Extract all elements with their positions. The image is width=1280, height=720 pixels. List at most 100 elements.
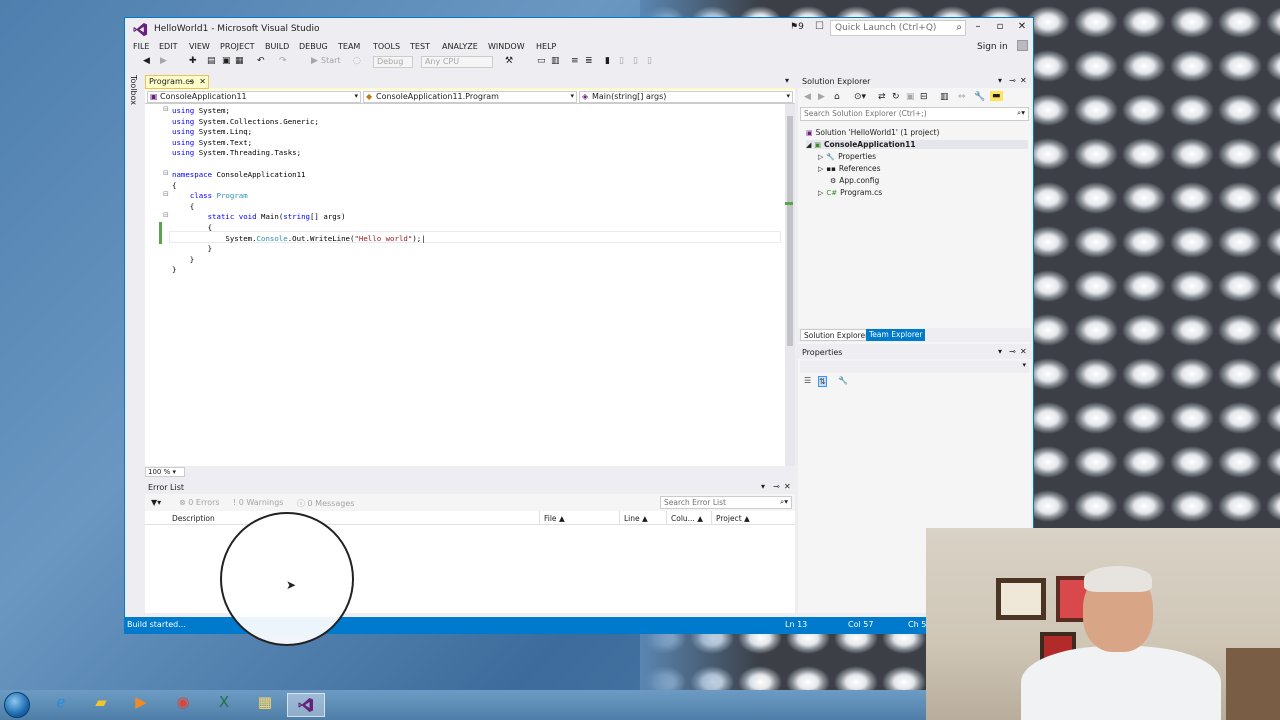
menu-window[interactable]: WINDOW — [488, 42, 525, 51]
fold-toggle-icon[interactable]: ⊟ — [163, 105, 169, 113]
show-all-icon[interactable]: ▣ — [906, 92, 915, 102]
configuration-dropdown[interactable]: Debug — [373, 56, 413, 68]
comment-icon[interactable]: ≡ — [571, 56, 579, 66]
sync-icon[interactable]: ⇄ — [878, 92, 886, 102]
collapse-icon[interactable]: ⊟ — [920, 92, 928, 102]
feedback-icon[interactable]: ☐ — [815, 21, 824, 32]
pin-icon[interactable]: ⊸ — [187, 77, 194, 86]
properties-icon[interactable]: ▥ — [940, 92, 949, 102]
alphabetical-icon[interactable]: ⇅ — [818, 376, 827, 387]
member-dropdown[interactable]: ◈ Main(string[] args) ▾ — [579, 91, 793, 103]
minimize-button[interactable]: – — [969, 21, 987, 32]
home-icon[interactable]: ⌂ — [834, 92, 840, 102]
error-list-search-input[interactable]: Search Error List ⌕▾ — [660, 496, 792, 509]
excel-icon[interactable]: X — [205, 693, 243, 717]
categorized-icon[interactable]: ☰ — [804, 376, 811, 385]
clear-bookmarks-icon[interactable]: ▯ — [647, 56, 652, 66]
pin-icon[interactable]: ⊸ — [1009, 76, 1016, 85]
tree-item-app-config[interactable]: ⚙ App.config — [830, 176, 879, 185]
menu-view[interactable]: VIEW — [189, 42, 210, 51]
maximize-button[interactable]: ▫ — [991, 21, 1009, 32]
tree-item-properties[interactable]: ▷ 🔧 Properties — [818, 152, 876, 161]
collapse-arrow-icon[interactable]: ◢ — [806, 141, 811, 149]
tab-solution-explorer[interactable]: Solution Explorer — [800, 329, 873, 341]
open-folder-icon[interactable]: ▤ — [207, 56, 216, 66]
column-project[interactable]: Project ▲ — [716, 514, 750, 523]
menu-project[interactable]: PROJECT — [220, 42, 255, 51]
expand-arrow-icon[interactable]: ▷ — [818, 165, 823, 173]
toolbox-tab[interactable]: Toolbox — [129, 75, 138, 105]
menu-test[interactable]: TEST — [410, 42, 430, 51]
pending-changes-icon[interactable]: ⊙▾ — [854, 92, 866, 102]
menu-analyze[interactable]: ANALYZE — [442, 42, 478, 51]
start-label[interactable]: Start — [321, 56, 341, 65]
tab-team-explorer[interactable]: Team Explorer — [866, 329, 926, 341]
tab-program-cs[interactable]: Program.cs ⊸ ✕ — [145, 75, 209, 89]
expand-arrow-icon[interactable]: ▷ — [818, 189, 823, 197]
forward-icon[interactable]: ▶ — [160, 56, 167, 66]
pin-icon[interactable]: ⊸ — [773, 482, 780, 491]
menu-team[interactable]: TEAM — [338, 42, 360, 51]
apps-grid-icon[interactable]: ▦ — [246, 693, 284, 717]
visual-studio-icon[interactable] — [287, 693, 325, 717]
close-button[interactable]: ✕ — [1013, 21, 1031, 32]
user-account-icon[interactable] — [1017, 40, 1028, 51]
project-dropdown[interactable]: ▣ ConsoleApplication11 ▾ — [147, 91, 361, 103]
quick-launch-input[interactable]: Quick Launch (Ctrl+Q) ⌕ — [830, 20, 966, 36]
fold-toggle-icon[interactable]: ⊟ — [163, 211, 169, 219]
properties-object-dropdown[interactable]: ▾ — [800, 361, 1029, 373]
column-line[interactable]: Line ▲ — [624, 514, 648, 523]
tree-item-program-cs[interactable]: ▷ C# Program.cs — [818, 188, 882, 197]
code-text-area[interactable]: ⊟ ⊟ ⊟ ⊟ using System; using System.Colle… — [145, 104, 785, 466]
solution-explorer-search-input[interactable]: Search Solution Explorer (Ctrl+;) ⌕▾ — [800, 107, 1029, 121]
column-column[interactable]: Colu... ▲ — [671, 514, 703, 523]
file-explorer-icon[interactable]: ▰ — [82, 693, 120, 717]
refresh-icon[interactable]: ↻ — [892, 92, 900, 102]
forward-icon[interactable]: ▶ — [818, 92, 825, 102]
pin-icon[interactable]: ⊸ — [1009, 347, 1016, 356]
property-pages-icon[interactable]: 🔧 — [838, 376, 848, 385]
menu-tools[interactable]: TOOLS — [373, 42, 400, 51]
bookmark-icon[interactable]: ▮ — [605, 56, 610, 66]
column-file[interactable]: File ▲ — [544, 514, 565, 523]
sign-in-link[interactable]: Sign in — [977, 42, 1008, 52]
next-bookmark-icon[interactable]: ▯ — [633, 56, 638, 66]
menu-file[interactable]: FILE — [133, 42, 149, 51]
editor-vertical-scrollbar[interactable] — [785, 104, 795, 466]
errors-filter-button[interactable]: ⊗ 0 Errors — [179, 498, 220, 507]
notifications-flag-icon[interactable]: ⚑9 — [790, 22, 804, 32]
scrollbar-thumb[interactable] — [787, 116, 793, 346]
chrome-icon[interactable]: ◉ — [164, 693, 202, 717]
find-icon[interactable]: ⚒ — [505, 56, 513, 66]
properties-toolbar-icon[interactable]: ▥ — [551, 56, 560, 66]
zoom-dropdown[interactable]: 100 % ▾ — [145, 467, 185, 477]
menu-edit[interactable]: EDIT — [159, 42, 177, 51]
tree-item-project[interactable]: ◢ ▣ ConsoleApplication11 — [806, 140, 1028, 149]
column-description[interactable]: Description — [172, 514, 215, 523]
redo-icon[interactable]: ↷ — [279, 56, 287, 66]
undo-icon[interactable]: ↶ — [257, 56, 265, 66]
new-project-icon[interactable]: ✚ — [189, 56, 197, 66]
attach-icon[interactable]: ◌ — [353, 56, 361, 66]
filter-icon[interactable]: ▼▾ — [151, 498, 161, 507]
close-icon[interactable]: ✕ — [1020, 76, 1027, 85]
expand-arrow-icon[interactable]: ▷ — [818, 153, 823, 161]
fold-toggle-icon[interactable]: ⊟ — [163, 190, 169, 198]
view-code-icon[interactable]: ⇔ — [958, 92, 966, 102]
wrench-icon[interactable]: 🔧 — [974, 92, 985, 102]
panel-menu-icon[interactable]: ▾ — [998, 76, 1002, 85]
windows-start-icon[interactable] — [4, 692, 30, 718]
panel-menu-icon[interactable]: ▾ — [761, 482, 765, 491]
media-player-icon[interactable]: ▶ — [122, 693, 160, 717]
menu-build[interactable]: BUILD — [265, 42, 289, 51]
menu-debug[interactable]: DEBUG — [299, 42, 328, 51]
menu-help[interactable]: HELP — [536, 42, 556, 51]
solution-configurations-icon[interactable]: ▭ — [537, 56, 546, 66]
internet-explorer-icon[interactable]: ℯ — [42, 693, 80, 717]
platform-dropdown[interactable]: Any CPU — [421, 56, 493, 68]
class-dropdown[interactable]: ◆ ConsoleApplication11.Program ▾ — [363, 91, 577, 103]
tree-item-references[interactable]: ▷ ▪▪ References — [818, 164, 881, 173]
back-icon[interactable]: ◀ — [143, 56, 150, 66]
uncomment-icon[interactable]: ≣ — [585, 56, 593, 66]
tree-item-solution[interactable]: ▣ Solution 'HelloWorld1' (1 project) — [806, 128, 939, 137]
